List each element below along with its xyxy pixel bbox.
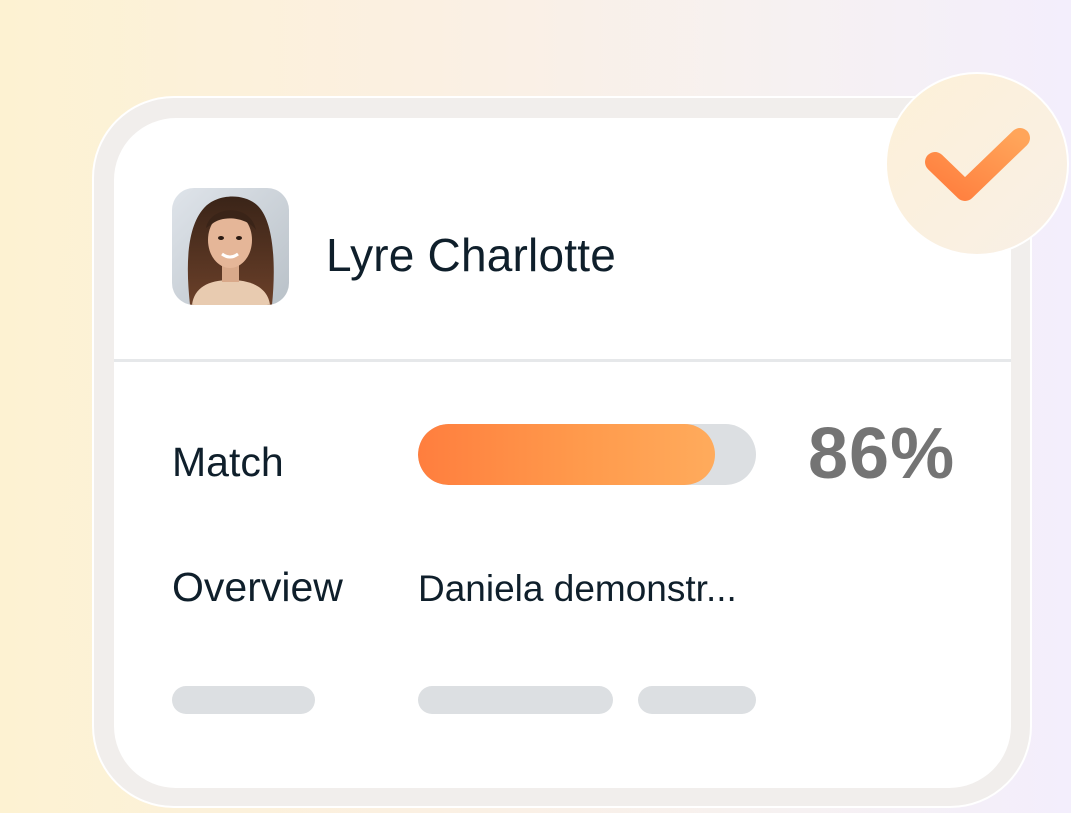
- overview-label: Overview: [172, 564, 343, 610]
- match-progress-bar: [418, 424, 756, 485]
- skeleton-placeholder: [418, 686, 613, 714]
- avatar: [172, 188, 289, 305]
- match-label: Match: [172, 439, 284, 485]
- candidate-name: Lyre Charlotte: [326, 229, 617, 281]
- checkmark-icon: [925, 128, 1030, 201]
- skeleton-placeholder: [172, 686, 315, 714]
- avatar-image: [172, 188, 289, 305]
- skeleton-placeholder: [638, 686, 756, 714]
- overview-text[interactable]: Daniela demonstr...: [418, 567, 737, 611]
- match-progress-fill: [418, 424, 716, 485]
- verified-badge: [885, 72, 1069, 256]
- divider: [114, 359, 1011, 362]
- match-percent: 86%: [808, 414, 956, 494]
